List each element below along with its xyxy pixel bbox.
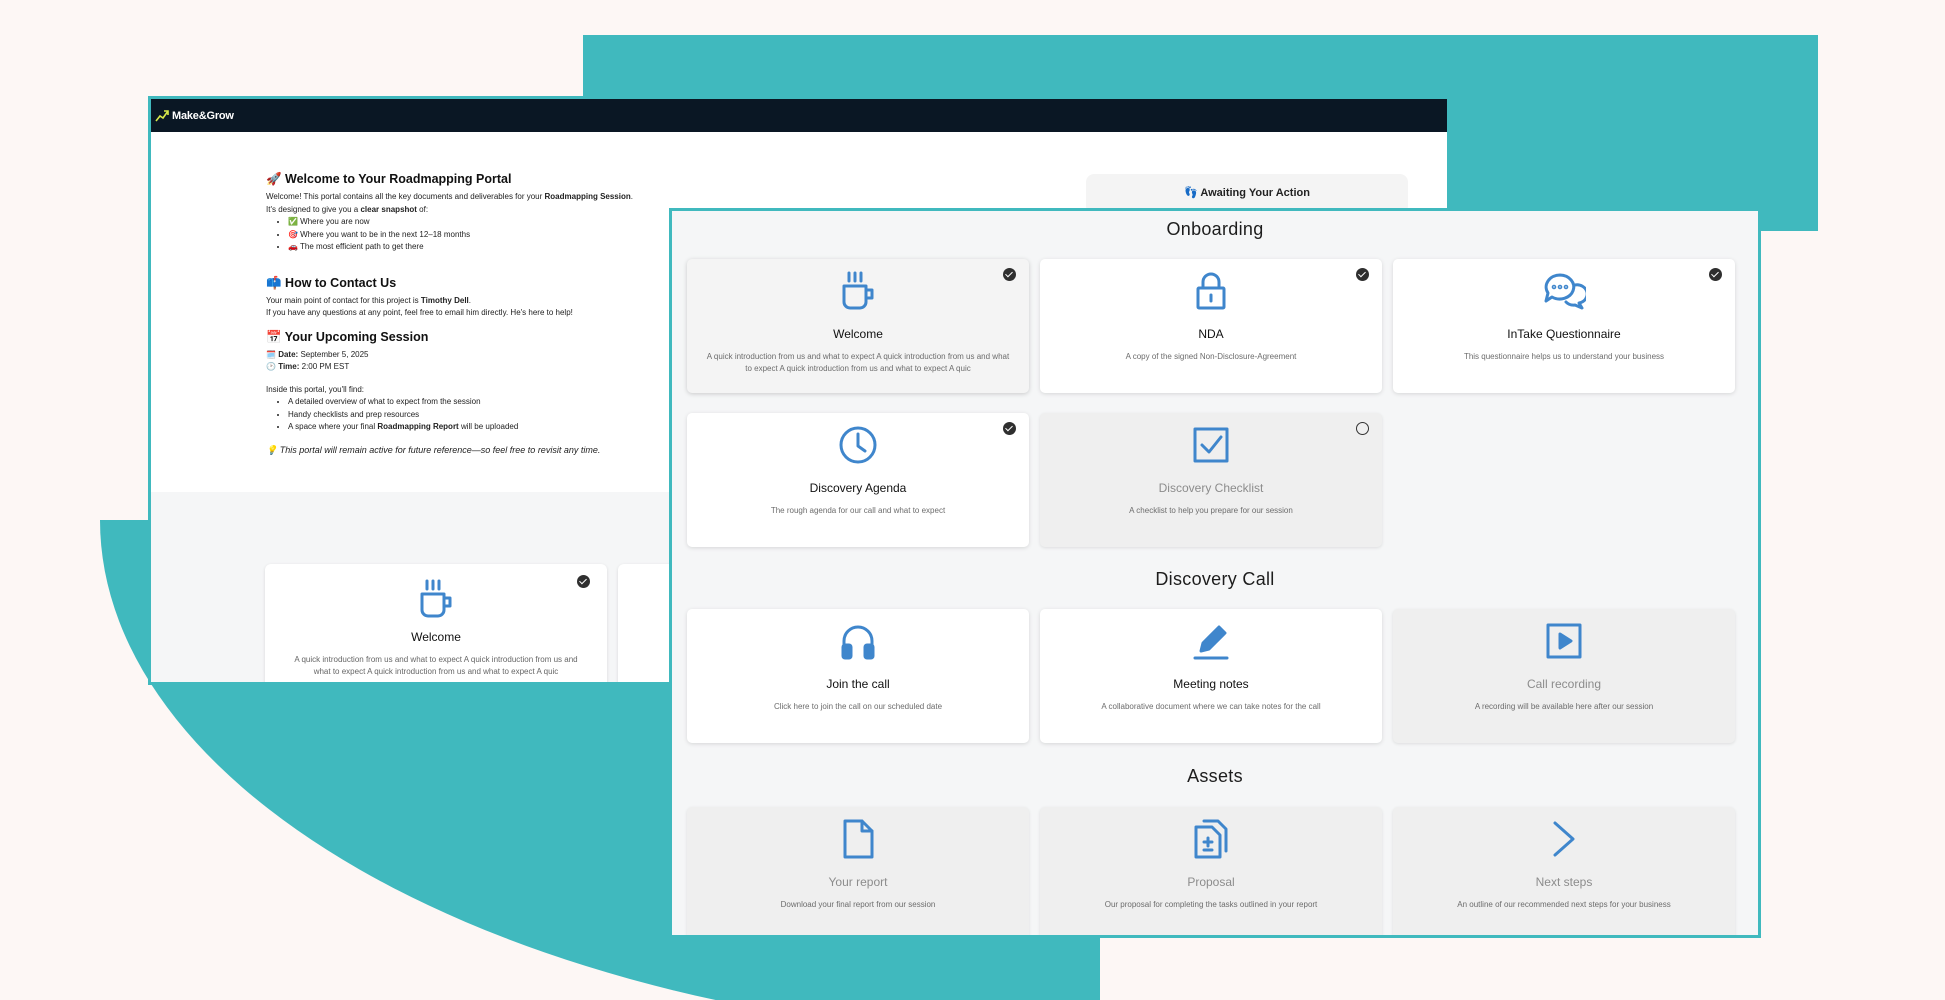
card-title: Join the call: [826, 677, 890, 691]
join-the-call-card[interactable]: Join the call Click here to join the cal…: [687, 609, 1029, 743]
documents-icon: [1040, 817, 1382, 861]
card-title: Next steps: [1535, 875, 1593, 889]
card-title: Meeting notes: [1173, 677, 1249, 691]
logo-text: Make&Grow: [172, 109, 234, 122]
card-title: InTake Questionnaire: [1507, 327, 1621, 341]
card-description: The rough agenda for our call and what t…: [770, 506, 946, 515]
card-description: A quick introduction from us and what to…: [706, 352, 1010, 373]
completed-check-icon: [1003, 268, 1016, 281]
call-recording-card[interactable]: Call recording A recording will be avail…: [1393, 609, 1735, 743]
intake-questionnaire-card[interactable]: InTake Questionnaire This questionnaire …: [1393, 259, 1735, 393]
awaiting-action-label: 👣 Awaiting Your Action: [1184, 187, 1310, 199]
card-description: A quick introduction from us and what to…: [294, 655, 578, 676]
card-description: Our proposal for completing the tasks ou…: [1104, 900, 1318, 909]
lock-icon: [1040, 269, 1382, 313]
discovery-agenda-card[interactable]: Discovery Agenda The rough agenda for ou…: [687, 413, 1029, 547]
card-description: A collaborative document where we can ta…: [1101, 702, 1321, 711]
clock-icon: [687, 423, 1029, 467]
growth-chart-icon: [155, 109, 169, 121]
next-steps-card[interactable]: Next steps An outline of our recommended…: [1393, 807, 1735, 935]
completed-check-icon: [1709, 268, 1722, 281]
completed-check-icon: [1003, 422, 1016, 435]
onboarding-grid: Welcome A quick introduction from us and…: [687, 259, 1743, 547]
welcome-paragraph-1: Welcome! This portal contains all the ke…: [266, 192, 633, 201]
card-title: Welcome: [833, 327, 883, 341]
section-title-discovery-call: Discovery Call: [1155, 569, 1275, 589]
make-and-grow-logo[interactable]: Make&Grow: [155, 110, 234, 122]
welcome-card[interactable]: Welcome A quick introduction from us and…: [687, 259, 1029, 393]
chat-bubbles-icon: [1393, 269, 1735, 313]
section-title-onboarding: Onboarding: [1166, 219, 1264, 239]
checkbox-icon: [1040, 423, 1382, 467]
chevron-right-icon: [1393, 817, 1735, 861]
card-title: NDA: [1198, 327, 1224, 341]
card-description: Download your final report from our sess…: [780, 900, 936, 909]
card-description: This questionnaire helps us to understan…: [1463, 352, 1665, 361]
welcome-card[interactable]: Welcome A quick introduction from us and…: [265, 564, 607, 682]
card-description: A checklist to help you prepare for our …: [1129, 506, 1293, 515]
card-title: Call recording: [1526, 677, 1602, 691]
headphones-icon: [687, 619, 1029, 663]
your-report-card[interactable]: Your report Download your final report f…: [687, 807, 1029, 935]
discovery-checklist-card[interactable]: Discovery Checklist A checklist to help …: [1040, 413, 1382, 547]
card-description: A copy of the signed Non-Disclosure-Agre…: [1125, 352, 1297, 361]
card-description: A recording will be available here after…: [1474, 702, 1654, 711]
card-title: Discovery Agenda: [809, 481, 907, 495]
portal-sections-window: Onboarding Welcome A quick introduction …: [669, 208, 1761, 938]
completed-check-icon: [577, 575, 590, 588]
pen-icon: [1040, 619, 1382, 663]
welcome-heading: 🚀 Welcome to Your Roadmapping Portal: [266, 172, 512, 186]
card-title: Discovery Checklist: [1158, 481, 1264, 495]
coffee-cup-icon: [687, 269, 1029, 313]
card-title: Your report: [828, 875, 888, 889]
completed-check-icon: [1356, 268, 1369, 281]
assets-grid: Your report Download your final report f…: [687, 807, 1743, 935]
card-title: Proposal: [1187, 875, 1235, 889]
nda-card[interactable]: NDA A copy of the signed Non-Disclosure-…: [1040, 259, 1382, 393]
proposal-card[interactable]: Proposal Our proposal for completing the…: [1040, 807, 1382, 935]
play-video-icon: [1393, 619, 1735, 663]
card-description: An outline of our recommended next steps…: [1457, 900, 1671, 909]
document-icon: [687, 817, 1029, 861]
contact-name: Timothy Dell: [420, 295, 469, 305]
card-title: Welcome: [411, 630, 461, 644]
coffee-cup-icon: [265, 578, 607, 620]
card-description: Click here to join the call on our sched…: [773, 702, 943, 711]
meeting-notes-card[interactable]: Meeting notes A collaborative document w…: [1040, 609, 1382, 743]
discovery-call-grid: Join the call Click here to join the cal…: [687, 609, 1743, 743]
section-title-assets: Assets: [1187, 766, 1243, 786]
incomplete-circle-icon: [1356, 422, 1369, 435]
top-navigation-bar: Make&Grow: [151, 99, 1447, 132]
